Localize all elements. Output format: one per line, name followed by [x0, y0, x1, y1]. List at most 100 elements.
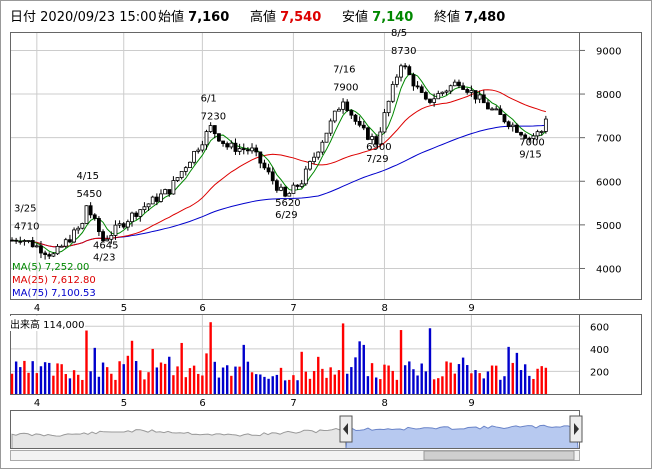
- volume-bar: [209, 322, 212, 394]
- candle-body: [130, 212, 134, 223]
- candle-body: [287, 193, 292, 197]
- volume-bar: [27, 372, 30, 394]
- candle-body: [262, 162, 267, 169]
- candle-body: [150, 196, 155, 205]
- candle-body: [457, 81, 461, 87]
- volume-tick-label: 400: [590, 345, 609, 356]
- volume-bar: [507, 346, 510, 394]
- candle-body: [494, 108, 499, 111]
- volume-bar: [321, 368, 324, 394]
- volume-bar: [23, 360, 26, 394]
- candle-body: [510, 124, 515, 128]
- candle-body: [444, 90, 449, 93]
- volume-bar: [445, 361, 448, 394]
- volume-bar: [93, 347, 96, 394]
- volume-bar: [341, 323, 345, 394]
- volume-bar: [428, 328, 432, 394]
- candle-body: [43, 252, 48, 255]
- candle-body: [14, 239, 19, 242]
- volume-bar: [412, 369, 415, 394]
- candle-body: [295, 184, 300, 187]
- candle-body: [419, 86, 424, 93]
- volume-bar: [432, 379, 436, 394]
- volume-bar: [474, 370, 477, 394]
- candle-body: [366, 127, 370, 140]
- candle-body: [241, 148, 246, 151]
- candle-body: [167, 189, 172, 195]
- candle-body: [250, 147, 254, 152]
- candle-body: [477, 94, 482, 100]
- volume-bar: [48, 362, 51, 394]
- volume-bar: [354, 357, 357, 394]
- candle-body: [399, 65, 403, 78]
- volume-bar: [155, 367, 159, 394]
- volume-bar: [226, 365, 229, 394]
- candle-body: [76, 227, 81, 231]
- volume-bar: [449, 362, 452, 394]
- volume-bar: [118, 361, 121, 394]
- price-x-tick-label: 7: [290, 303, 296, 314]
- volume-label: 出来高 114,000: [10, 316, 85, 331]
- candle-body: [407, 66, 412, 76]
- candle-body: [179, 170, 184, 178]
- candle-body: [349, 110, 354, 116]
- volume-bar: [31, 361, 34, 394]
- volume-bar: [10, 373, 14, 394]
- candle-body: [175, 177, 180, 181]
- volume-bar: [77, 374, 80, 394]
- volume-bar: [358, 341, 361, 394]
- volume-bar: [304, 371, 308, 394]
- volume-bar: [60, 364, 63, 394]
- scrollbar-thumb[interactable]: [423, 450, 575, 461]
- volume-bar: [362, 344, 365, 394]
- volume-bar: [238, 366, 241, 394]
- volume-bar: [213, 361, 216, 394]
- volume-bar: [457, 364, 461, 394]
- candle-body: [30, 240, 35, 248]
- volume-bar: [19, 367, 22, 394]
- candle-body: [109, 235, 114, 240]
- price-annotation: 4/23: [93, 252, 115, 263]
- candle-body: [436, 93, 441, 100]
- volume-bar: [515, 352, 519, 394]
- ma5-legend: MA(5) 7,252.00: [12, 262, 90, 273]
- ma75-legend: MA(75) 7,100.53: [12, 288, 96, 299]
- volume-bar: [205, 353, 208, 394]
- candle-body: [163, 189, 168, 195]
- price-tick-label: 5000: [596, 221, 621, 232]
- volume-bar: [168, 356, 171, 394]
- candle-body: [142, 206, 147, 211]
- candle-body: [428, 98, 432, 103]
- volume-bar: [126, 355, 130, 394]
- candle-body: [386, 100, 391, 114]
- price-x-tick-label: 8: [381, 303, 387, 314]
- candle-body: [125, 221, 130, 228]
- candle-body: [423, 92, 428, 100]
- volume-bar: [333, 374, 336, 394]
- price-annotation: 7/29: [366, 154, 388, 165]
- candle-body: [448, 85, 453, 92]
- candle-body: [22, 240, 27, 243]
- candle-body: [415, 85, 420, 88]
- candle-body: [502, 114, 507, 123]
- candle-body: [341, 101, 345, 110]
- volume-bar: [81, 379, 84, 394]
- volume-bar: [64, 374, 67, 394]
- price-x-tick-label: 4: [34, 303, 40, 314]
- price-annotation: 5450: [76, 189, 101, 200]
- candle-body: [432, 98, 437, 103]
- volume-bar: [416, 375, 419, 394]
- volume-bar: [56, 363, 59, 394]
- volume-bar: [159, 362, 163, 394]
- candle-body: [312, 156, 317, 162]
- candle-body: [361, 124, 366, 129]
- candle-body: [121, 223, 126, 228]
- candle-body: [357, 120, 362, 126]
- candle-body: [117, 223, 122, 226]
- volume-bar: [374, 377, 378, 394]
- price-tick-label: 6000: [596, 177, 621, 188]
- volume-bar: [43, 362, 47, 394]
- candle-body: [266, 167, 271, 173]
- candle-body: [196, 149, 201, 152]
- volume-bar: [478, 373, 481, 394]
